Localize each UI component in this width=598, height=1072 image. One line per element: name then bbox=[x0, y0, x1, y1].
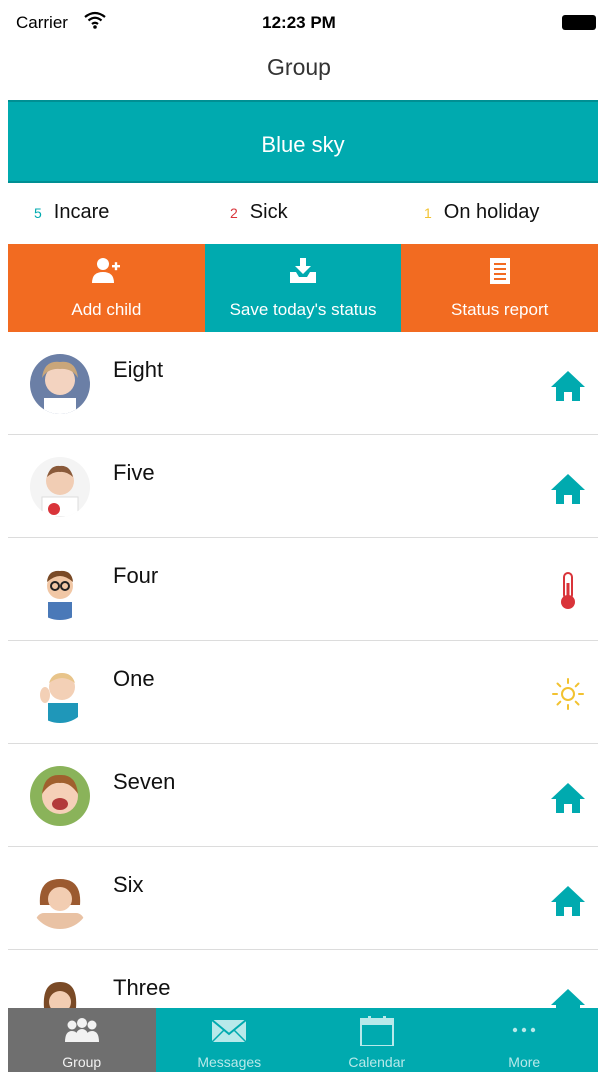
status-summary: 5 Incare 2 Sick 1 On holiday bbox=[0, 184, 598, 244]
clock-label: 12:23 PM bbox=[262, 13, 336, 32]
calendar-icon bbox=[359, 1016, 394, 1046]
holiday-label: On holiday bbox=[443, 201, 540, 223]
add-child-label: Add child bbox=[71, 300, 142, 319]
tab-group-label: Group bbox=[62, 1054, 102, 1070]
incare-label: Incare bbox=[53, 201, 110, 223]
sick-label: Sick bbox=[249, 201, 288, 223]
avatar bbox=[30, 457, 90, 517]
add-child-button[interactable]: Add child bbox=[8, 244, 205, 332]
list-item[interactable]: Five bbox=[8, 435, 598, 538]
home-icon bbox=[550, 468, 586, 508]
summary-sick: 2 Sick bbox=[230, 201, 288, 224]
group-selector[interactable]: Blue sky bbox=[8, 100, 598, 183]
tab-more-label: More bbox=[508, 1054, 541, 1070]
page-title: Group bbox=[267, 54, 331, 80]
tab-group[interactable]: Group bbox=[8, 1008, 156, 1072]
home-icon bbox=[550, 365, 586, 405]
more-dots-icon bbox=[513, 1027, 536, 1033]
summary-incare: 5 Incare bbox=[34, 201, 109, 224]
tab-messages-label: Messages bbox=[197, 1054, 262, 1070]
home-icon bbox=[550, 983, 586, 1008]
envelope-icon bbox=[211, 1019, 247, 1043]
home-icon bbox=[550, 880, 586, 920]
download-tray-icon bbox=[290, 258, 316, 283]
add-user-icon bbox=[92, 258, 121, 283]
avatar bbox=[30, 354, 90, 414]
document-icon bbox=[489, 258, 510, 284]
action-bar: Add child Save today's status Status rep… bbox=[8, 244, 598, 332]
save-status-label: Save today's status bbox=[229, 300, 377, 319]
status-report-label: Status report bbox=[451, 300, 549, 319]
avatar bbox=[30, 972, 90, 1008]
child-name: Six bbox=[113, 872, 144, 897]
list-item[interactable]: Seven bbox=[8, 744, 598, 847]
sick-count: 2 bbox=[230, 205, 238, 221]
avatar bbox=[30, 663, 90, 723]
list-item[interactable]: Three bbox=[8, 950, 598, 1008]
tab-bar: Group Messages Calendar More bbox=[8, 1008, 598, 1072]
child-name: Five bbox=[113, 460, 155, 485]
avatar bbox=[30, 766, 90, 826]
home-icon bbox=[550, 777, 586, 817]
summary-holiday: 1 On holiday bbox=[424, 201, 539, 224]
tab-calendar[interactable]: Calendar bbox=[303, 1008, 451, 1072]
save-status-button[interactable]: Save today's status bbox=[204, 244, 402, 332]
avatar bbox=[30, 560, 90, 620]
sun-icon bbox=[550, 674, 586, 714]
list-item[interactable]: Six bbox=[8, 847, 598, 950]
tab-calendar-label: Calendar bbox=[348, 1054, 406, 1070]
list-item[interactable]: Four bbox=[8, 538, 598, 641]
tab-more[interactable]: More bbox=[451, 1008, 598, 1072]
battery-icon bbox=[562, 15, 596, 30]
child-name: Seven bbox=[113, 769, 176, 794]
status-bar: Carrier 12:23 PM bbox=[0, 0, 598, 44]
list-item[interactable]: Eight bbox=[8, 332, 598, 435]
list-item[interactable]: One bbox=[8, 641, 598, 744]
group-icon bbox=[64, 1018, 99, 1042]
children-list: Eight Five Four One Seven Six Three bbox=[8, 332, 598, 1008]
incare-count: 5 bbox=[34, 205, 42, 221]
holiday-count: 1 bbox=[424, 205, 432, 221]
child-name: Three bbox=[113, 975, 171, 1000]
child-name: One bbox=[113, 666, 155, 691]
thermometer-icon bbox=[550, 571, 586, 611]
status-report-button[interactable]: Status report bbox=[401, 244, 598, 332]
child-name: Four bbox=[113, 563, 159, 588]
group-name: Blue sky bbox=[261, 132, 345, 157]
tab-messages[interactable]: Messages bbox=[156, 1008, 304, 1072]
child-name: Eight bbox=[113, 357, 164, 382]
avatar bbox=[30, 869, 90, 929]
